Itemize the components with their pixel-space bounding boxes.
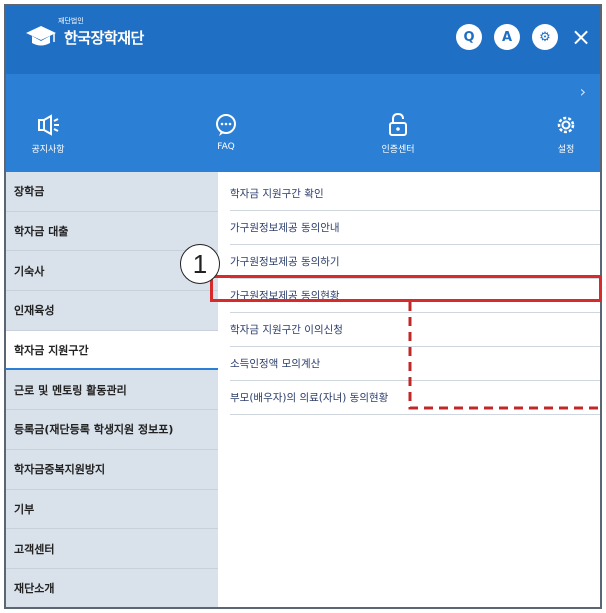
quick-cert-button[interactable]: 인증센터 — [358, 112, 438, 155]
sidebar-item-loan[interactable]: 학자금 대출 — [6, 212, 218, 252]
lock-icon — [389, 112, 407, 136]
quick-faq-button[interactable]: FAQ — [186, 112, 266, 152]
sidebar-menu: 장학금 학자금 대출 기숙사 인재육성 학자금 지원구간 근로 및 멘토링 활동… — [6, 172, 218, 607]
submenu-item[interactable]: 가구원정보제공 동의하기 — [230, 244, 600, 278]
quick-menu-bar: › 공지사항 FAQ 인증센터 설정 — [6, 74, 600, 172]
sidebar-item-donation[interactable]: 기부 — [6, 490, 218, 530]
megaphone-icon — [38, 114, 59, 136]
header-bar: 재단법인 한국장학재단 Q A ⚙ × — [6, 6, 600, 74]
logo-text: 한국장학재단 — [64, 28, 144, 47]
submenu-item[interactable]: 학자금 지원구간 확인 — [230, 176, 600, 210]
close-icon[interactable]: × — [570, 24, 592, 50]
submenu-item[interactable]: 가구원정보제공 동의안내 — [230, 210, 600, 244]
chat-bubble-icon — [216, 114, 236, 136]
quick-settings-button[interactable]: 설정 — [526, 112, 600, 155]
logo-small-text: 재단법인 — [58, 17, 84, 25]
graduation-cap-icon — [26, 26, 56, 46]
sidebar-item-duplicate-prevention[interactable]: 학자금중복지원방지 — [6, 450, 218, 490]
quick-notice-label: 공지사항 — [31, 145, 65, 155]
divider — [230, 414, 600, 415]
sidebar-item-tuition[interactable]: 등록금(재단등록 학생지원 정보포) — [6, 410, 218, 450]
sidebar-item-support-level[interactable]: 학자금 지원구간 — [6, 330, 218, 371]
sidebar-item-customer-center[interactable]: 고객센터 — [6, 529, 218, 569]
gear-icon — [557, 116, 575, 134]
search-icon[interactable]: Q — [456, 24, 482, 50]
step-marker: 1 — [180, 244, 220, 284]
settings-icon[interactable]: ⚙ — [532, 24, 558, 50]
dashed-callout-line — [408, 302, 604, 410]
sidebar-item-work-mentoring[interactable]: 근로 및 멘토링 활동관리 — [6, 370, 218, 411]
logo[interactable]: 재단법인 한국장학재단 — [24, 17, 144, 50]
chevron-right-icon[interactable]: › — [580, 82, 586, 101]
quick-settings-label: 설정 — [557, 145, 575, 155]
user-icon[interactable]: A — [494, 24, 520, 50]
header-actions: Q A ⚙ × — [456, 24, 592, 50]
quick-cert-label: 인증센터 — [381, 145, 415, 155]
sidebar-item-talent[interactable]: 인재육성 — [6, 291, 218, 331]
sidebar-item-scholarship[interactable]: 장학금 — [6, 172, 218, 212]
quick-faq-label: FAQ — [217, 142, 235, 152]
quick-notice-button[interactable]: 공지사항 — [8, 112, 88, 155]
highlight-box — [210, 275, 602, 302]
sidebar-item-about[interactable]: 재단소개 — [6, 569, 218, 607]
